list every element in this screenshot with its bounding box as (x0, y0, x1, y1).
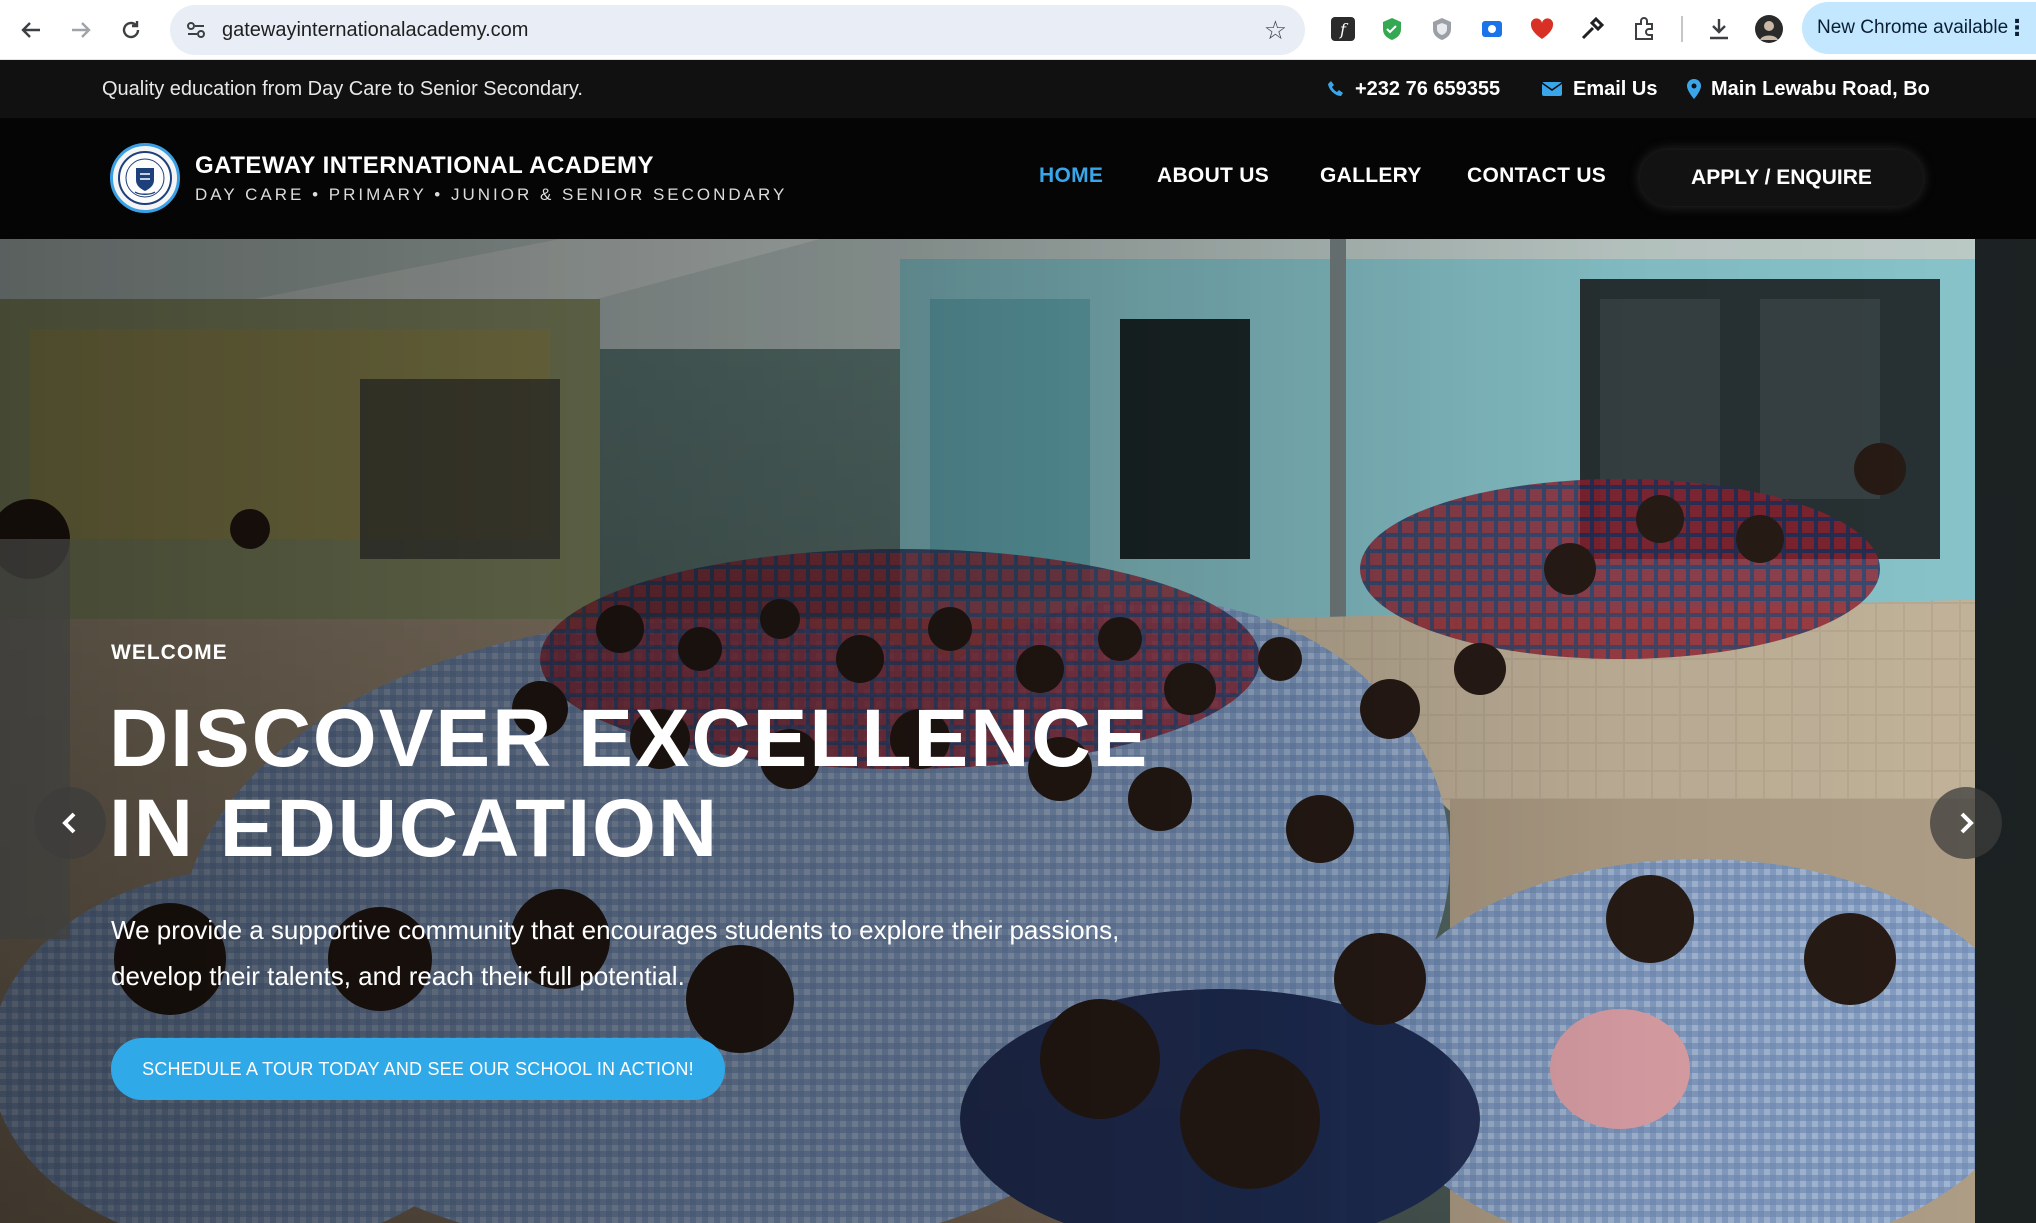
site-info-icon (187, 22, 205, 38)
hero-headline: DISCOVER EXCELLENCE IN EDUCATION (109, 694, 1209, 874)
extension-eyedropper-icon[interactable] (1574, 11, 1610, 47)
forward-button[interactable] (56, 5, 106, 55)
url-text[interactable]: gatewayinternationalacademy.com (222, 19, 528, 42)
mail-icon (1541, 82, 1563, 96)
phone-icon (1328, 81, 1343, 96)
toolbar-separator (1681, 16, 1683, 42)
extensions-puzzle-icon[interactable] (1626, 11, 1662, 47)
apply-enquire-button[interactable]: APPLY / ENQUIRE (1640, 150, 1923, 206)
nav-gallery[interactable]: GALLERY (1320, 164, 1422, 188)
phone-link[interactable]: +232 76 659355 (1327, 78, 1500, 101)
extension-screen-icon[interactable] (1474, 11, 1510, 47)
profile-avatar-icon[interactable] (1751, 11, 1787, 47)
phone-text: +232 76 659355 (1355, 77, 1501, 100)
back-button[interactable] (6, 5, 56, 55)
more-menu-icon[interactable]: ⋮ (2006, 15, 2028, 41)
map-pin-icon (1687, 79, 1701, 99)
chevron-left-icon (62, 812, 76, 834)
hero-slider: WELCOME DISCOVER EXCELLENCE IN EDUCATION… (0, 239, 2036, 1223)
reload-button[interactable] (106, 5, 156, 55)
nav-home[interactable]: HOME (1039, 164, 1103, 188)
email-link[interactable]: Email Us (1541, 78, 1657, 101)
bookmark-star-icon[interactable]: ☆ (1264, 16, 1287, 44)
brand-subtitle: DAY CARE • PRIMARY • JUNIOR & SENIOR SEC… (195, 185, 788, 204)
browser-toolbar: gatewayinternationalacademy.com ☆ f New … (0, 0, 2036, 60)
site-topbar: Quality education from Day Care to Senio… (0, 60, 2036, 118)
brand-name[interactable]: GATEWAY INTERNATIONAL ACADEMY (195, 152, 654, 180)
download-icon[interactable] (1701, 11, 1737, 47)
site-info-button[interactable] (178, 12, 214, 48)
tagline: Quality education from Day Care to Senio… (102, 77, 583, 100)
hero-description: We provide a supportive community that e… (111, 915, 1120, 991)
hero-headline-line2: IN EDUCATION (109, 783, 720, 874)
chevron-right-icon (1960, 812, 1974, 834)
email-text: Email Us (1573, 77, 1658, 100)
school-logo[interactable] (110, 143, 180, 213)
extension-shield-green-icon[interactable] (1374, 11, 1410, 47)
reload-icon (122, 20, 140, 38)
site-header: GATEWAY INTERNATIONAL ACADEMY DAY CARE •… (0, 118, 2036, 239)
forward-icon (72, 21, 91, 38)
chrome-update-label: New Chrome available (1817, 17, 2009, 38)
slider-next-button[interactable] (1930, 787, 2002, 859)
address-text: Main Lewabu Road, Bo (1711, 77, 1930, 100)
nav-about-us[interactable]: ABOUT US (1157, 164, 1269, 188)
address-bar[interactable]: gatewayinternationalacademy.com ☆ (170, 5, 1305, 55)
schedule-tour-button[interactable]: SCHEDULE A TOUR TODAY AND SEE OUR SCHOOL… (111, 1038, 725, 1100)
nav-contact-us[interactable]: CONTACT US (1467, 164, 1606, 188)
back-icon (21, 21, 40, 38)
hero-headline-line1: DISCOVER EXCELLENCE (109, 693, 1150, 784)
extension-shield-gray-icon[interactable] (1424, 11, 1460, 47)
extension-font-icon[interactable]: f (1325, 11, 1361, 47)
chrome-update-button[interactable]: New Chrome available ⋮ (1802, 2, 2036, 54)
address-link[interactable]: Main Lewabu Road, Bo (1687, 78, 1930, 101)
hero-eyebrow: WELCOME (111, 641, 228, 664)
slider-prev-button[interactable] (34, 787, 106, 859)
extension-heart-icon[interactable] (1524, 11, 1560, 47)
